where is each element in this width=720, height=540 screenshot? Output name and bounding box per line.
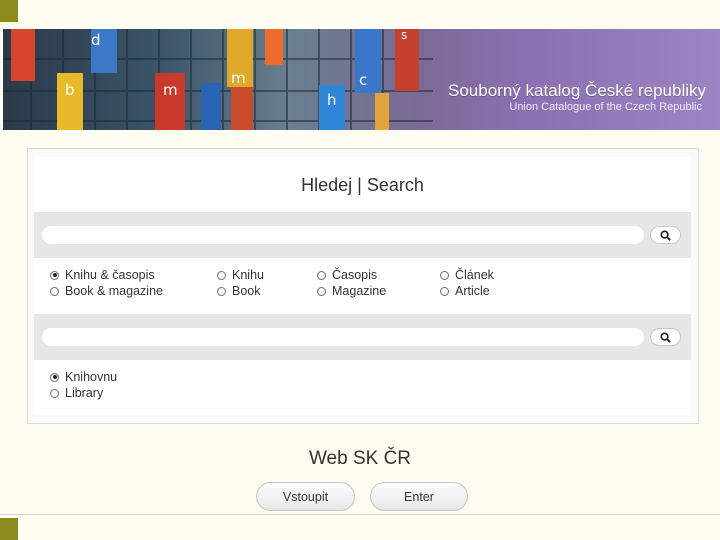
banner-letter-h: h [327, 91, 337, 109]
search-input-libraries[interactable] [42, 328, 644, 346]
radio-button-selected[interactable] [50, 372, 59, 382]
building-facade-image: d b m m h c s [3, 29, 433, 130]
banner-letter-s: s [401, 29, 407, 42]
catalog-subtitle: Union Catalogue of the Czech Republic [509, 101, 702, 113]
search-button-documents[interactable] [650, 226, 681, 244]
web-section-title: Web SK ČR [308, 448, 412, 469]
radio-label: Book & magazine [65, 284, 163, 298]
radio-label: Knihovnu [65, 370, 118, 384]
radio-book-magazine-cz[interactable]: Knihu & časopis [50, 268, 155, 282]
banner-letter-b: b [65, 81, 75, 99]
search-icon [660, 331, 671, 343]
search-button-libraries[interactable] [650, 328, 681, 346]
radio-button[interactable] [440, 270, 449, 280]
radio-book-en[interactable]: Book [217, 284, 261, 298]
enter-button-en[interactable]: Enter [370, 482, 468, 511]
radio-button[interactable] [440, 286, 449, 296]
radio-button[interactable] [317, 286, 326, 296]
search-bar-documents [34, 212, 691, 258]
radio-button[interactable] [317, 270, 326, 280]
banner-letter-m-1: m [163, 81, 178, 99]
banner-letter-m-2: m [231, 69, 246, 87]
corner-square-top [0, 0, 18, 22]
radio-label: Článek [455, 268, 494, 282]
radio-magazine-en[interactable]: Magazine [317, 284, 386, 298]
radio-library-en[interactable]: Library [50, 386, 103, 400]
radio-button[interactable] [217, 286, 226, 296]
radio-label: Book [232, 284, 261, 298]
search-icon [660, 229, 671, 241]
radio-label: Knihu & časopis [65, 268, 155, 282]
banner-letter-c: c [359, 71, 367, 89]
radio-label: Library [65, 386, 104, 400]
corner-square-bottom [0, 518, 18, 540]
search-panel: Hledej | Search Knihu & časopis Book & m… [34, 157, 691, 415]
radio-button[interactable] [50, 388, 59, 398]
footer-divider [0, 514, 720, 515]
enter-button-cz[interactable]: Vstoupit [256, 482, 355, 511]
radio-label: Magazine [332, 284, 387, 298]
radio-library-cz[interactable]: Knihovnu [50, 370, 117, 384]
radio-label: Article [455, 284, 490, 298]
search-bar-libraries [34, 314, 691, 360]
radio-button-selected[interactable] [50, 270, 59, 280]
header-banner: d b m m h c s Souborný katalog České rep… [3, 29, 720, 130]
radio-button[interactable] [50, 286, 59, 296]
radio-magazine-cz[interactable]: Časopis [317, 268, 377, 282]
radio-book-cz[interactable]: Knihu [217, 268, 264, 282]
radio-label: Knihu [232, 268, 264, 282]
search-input-documents[interactable] [42, 226, 644, 244]
banner-letter-d: d [91, 31, 101, 49]
search-title: Hledej | Search [301, 175, 424, 195]
radio-book-magazine-en[interactable]: Book & magazine [50, 284, 163, 298]
radio-article-cz[interactable]: Článek [440, 268, 494, 282]
radio-label: Časopis [332, 268, 378, 282]
radio-article-en[interactable]: Article [440, 284, 490, 298]
radio-button[interactable] [217, 270, 226, 280]
catalog-title: Souborný katalog České republiky [448, 81, 706, 100]
